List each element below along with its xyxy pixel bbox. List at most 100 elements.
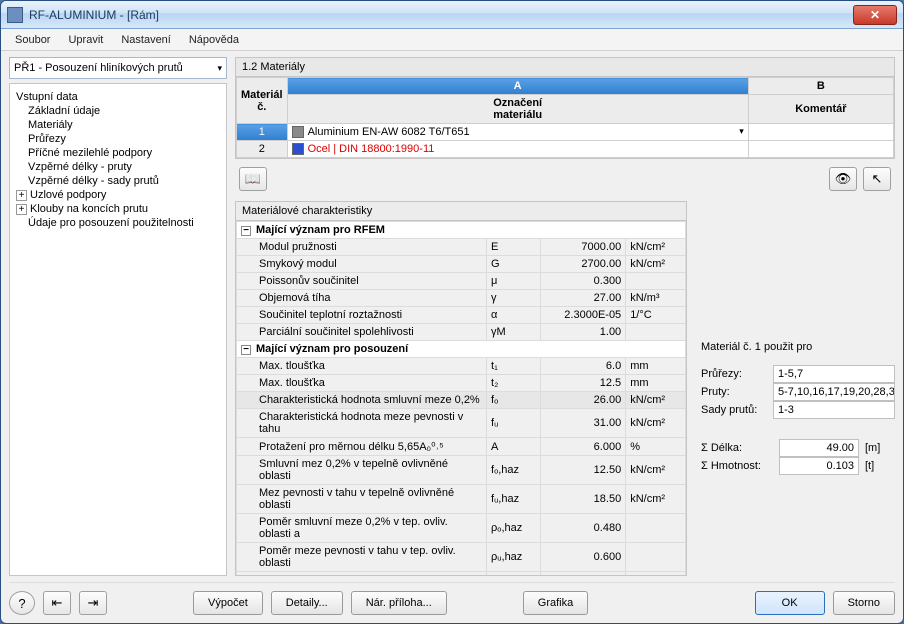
menu-soubor[interactable]: Soubor [7,32,58,48]
tree-item[interactable]: +Klouby na koncích prutu [14,202,222,216]
col-b[interactable]: B [748,78,893,95]
char-value: 27.00 [541,290,626,307]
char-value: 12.50 [541,456,626,485]
info-label: Σ Hmotnost: [701,460,779,472]
char-name: Max. tloušťka [237,358,487,375]
char-row[interactable]: Charakteristická hodnota smluvní meze 0,… [237,392,686,409]
characteristics-panel: Materiálové charakteristiky −Mající význ… [235,201,687,576]
char-row[interactable]: Objemová tíhaγ27.00kN/m³ [237,290,686,307]
char-value: 0.600 [541,543,626,572]
chevron-down-icon[interactable]: ▾ [739,126,744,137]
characteristics-scroll[interactable]: −Mající význam pro RFEMModul pružnostiE7… [236,221,686,575]
col-comment: Komentář [748,95,893,124]
char-symbol: ρₒ,haz [487,514,541,543]
library-button[interactable]: 📖 [239,167,267,191]
char-symbol: fₒ,haz [487,456,541,485]
export-button[interactable]: ⇥ [79,591,107,615]
pick-button[interactable]: ↖ [863,167,891,191]
char-symbol: BC [487,572,541,575]
button-bar: ? ⇤ ⇥ Výpočet Detaily... Nár. příloha...… [9,582,895,615]
char-row[interactable]: Vzpěrnostní třídaBC1.000 [237,572,686,575]
info-label: Průřezy: [701,368,773,380]
char-row[interactable]: Poměr smluvní meze 0,2% v tep. ovliv. ob… [237,514,686,543]
char-row[interactable]: Protažení pro měrnou délku 5,65A₀⁰˒⁵A6.0… [237,438,686,456]
help-button[interactable]: ? [9,591,35,615]
tree-item[interactable]: Vzpěrné délky - pruty [14,160,222,174]
ok-button[interactable]: OK [755,591,825,615]
tree-item[interactable]: Vzpěrné délky - sady prutů [14,174,222,188]
color-swatch [292,143,304,155]
expand-icon[interactable]: + [16,190,27,201]
graphics-button[interactable]: Grafika [523,591,588,615]
info-value: 1-3 [773,401,895,419]
char-row[interactable]: Parciální součinitel spolehlivostiγM1.00 [237,324,686,341]
char-row[interactable]: Součinitel teplotní roztažnostiα2.3000E-… [237,307,686,324]
char-name: Smykový modul [237,256,487,273]
char-value: 1.00 [541,324,626,341]
titlebar: RF-ALUMINIUM - [Rám] ✕ [1,1,903,29]
case-select[interactable]: PŘ1 - Posouzení hliníkových prutů ▾ [9,57,227,79]
char-row[interactable]: Charakteristická hodnota meze pevnosti v… [237,409,686,438]
tree-item[interactable]: Materiály [14,118,222,132]
material-cell[interactable]: Aluminium EN-AW 6082 T6/T651▾ [287,124,748,141]
char-name: Poměr smluvní meze 0,2% v tep. ovliv. ob… [237,514,487,543]
info-title: Materiál č. 1 použit pro [701,341,895,353]
menu-nastaveni[interactable]: Nastavení [113,32,179,48]
characteristics-title: Materiálové charakteristiky [236,202,686,221]
expand-icon[interactable]: + [16,204,27,215]
view-button[interactable]: 👁 [829,167,857,191]
char-name: Protažení pro měrnou délku 5,65A₀⁰˒⁵ [237,438,487,456]
tree-item[interactable]: Údaje pro posouzení použitelnosti [14,216,222,230]
material-cell[interactable]: Ocel | DIN 18800:1990-11 [287,141,748,158]
col-a[interactable]: A [287,78,748,95]
tree-root[interactable]: Vstupní data [14,90,222,104]
char-row[interactable]: Max. tloušťkat₂12.5mm [237,375,686,392]
char-symbol: ρᵤ,haz [487,543,541,572]
info-label: Σ Délka: [701,442,779,454]
national-annex-button[interactable]: Nár. příloha... [351,591,447,615]
group-header[interactable]: −Mající význam pro posouzení [237,341,686,358]
info-sum-row: Σ Hmotnost:0.103[t] [701,457,895,475]
info-value: 49.00 [779,439,859,457]
tree-item[interactable]: Příčné mezilehlé podpory [14,146,222,160]
comment-cell[interactable] [748,141,893,158]
char-unit: kN/cm² [626,256,686,273]
window-title: RF-ALUMINIUM - [Rám] [29,8,159,22]
calc-button[interactable]: Výpočet [193,591,263,615]
char-unit: mm [626,375,686,392]
char-row[interactable]: Mez pevnosti v tahu v tepelně ovlivněné … [237,485,686,514]
tree-item[interactable]: +Uzlové podpory [14,188,222,202]
menu-napoveda[interactable]: Nápověda [181,32,247,48]
char-value: 6.0 [541,358,626,375]
table-row[interactable]: 2Ocel | DIN 18800:1990-11 [237,141,894,158]
char-row[interactable]: Smluvní mez 0,2% v tepelně ovlivněné obl… [237,456,686,485]
table-row[interactable]: 1Aluminium EN-AW 6082 T6/T651▾ [237,124,894,141]
cancel-button[interactable]: Storno [833,591,895,615]
char-unit: kN/cm² [626,456,686,485]
char-name: Mez pevnosti v tahu v tepelně ovlivněné … [237,485,487,514]
import-button[interactable]: ⇤ [43,591,71,615]
info-unit: [t] [865,460,885,472]
menu-upravit[interactable]: Upravit [60,32,111,48]
close-button[interactable]: ✕ [853,5,897,25]
char-unit [626,273,686,290]
collapse-icon[interactable]: − [241,345,251,355]
char-row[interactable]: Smykový modulG2700.00kN/cm² [237,256,686,273]
help-icon: ? [18,596,25,611]
tree-item[interactable]: Průřezy [14,132,222,146]
collapse-icon[interactable]: − [241,226,251,236]
char-row[interactable]: Poissonův součinitelμ0.300 [237,273,686,290]
chevron-down-icon: ▾ [217,63,222,74]
char-row[interactable]: Modul pružnostiE7000.00kN/cm² [237,239,686,256]
group-header[interactable]: −Mající význam pro RFEM [237,222,686,239]
col-desc: Označenímateriálu [287,95,748,124]
materials-grid: Materiál č. A B Označenímateriálu Koment… [235,76,895,159]
char-symbol: G [487,256,541,273]
comment-cell[interactable] [748,124,893,141]
details-button[interactable]: Detaily... [271,591,343,615]
char-row[interactable]: Max. tloušťkat₁6.0mm [237,358,686,375]
info-row: Sady prutů:1-3 [701,401,895,419]
color-swatch [292,126,304,138]
tree-item[interactable]: Základní údaje [14,104,222,118]
char-row[interactable]: Poměr meze pevnosti v tahu v tep. ovliv.… [237,543,686,572]
